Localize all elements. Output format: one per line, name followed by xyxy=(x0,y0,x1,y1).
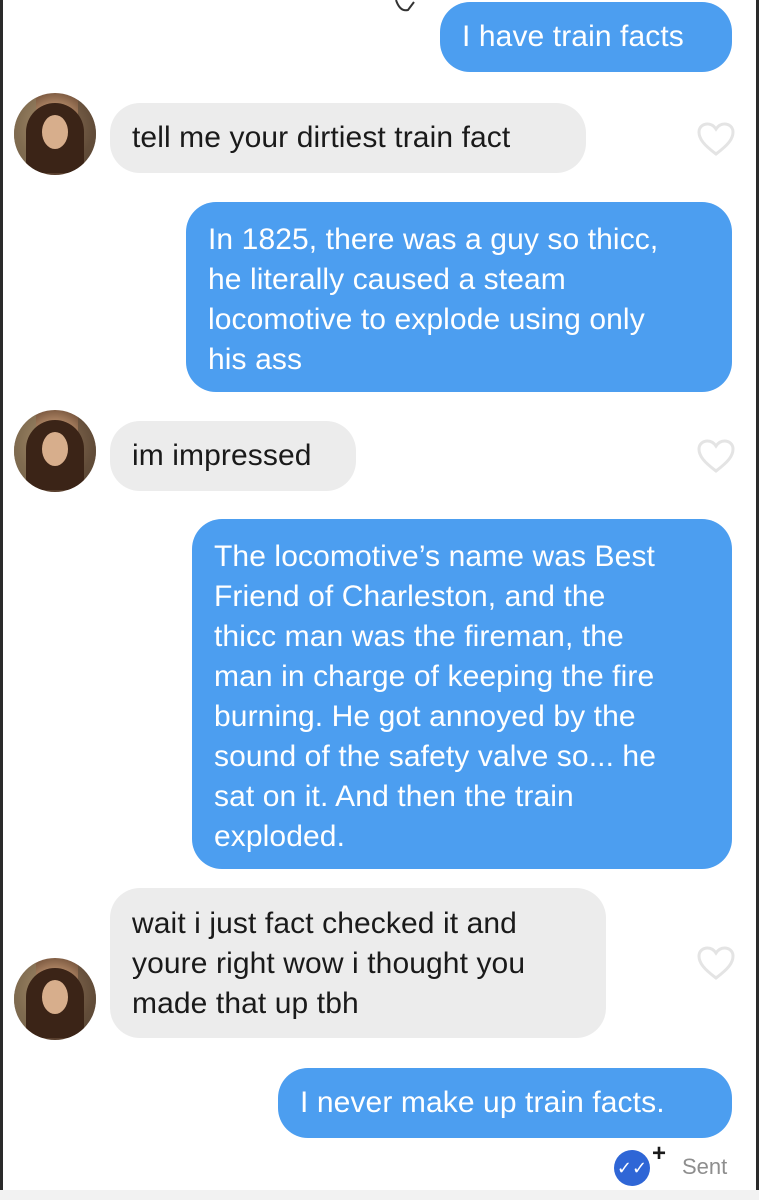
heart-outline-icon[interactable] xyxy=(696,121,736,157)
message-line: wait i just fact checked it and xyxy=(132,907,517,940)
message-line: he literally caused a steam xyxy=(208,263,566,296)
message-line: In 1825, there was a guy so thicc, xyxy=(208,223,659,256)
message-text: I never make up train facts. xyxy=(300,1086,665,1119)
message-line: The locomotive’s name was Best xyxy=(214,540,655,573)
sent-status-label: Sent xyxy=(682,1154,728,1179)
message-line: exploded. xyxy=(214,820,346,853)
message-bubble-sent[interactable]: I have train facts xyxy=(440,2,732,72)
avatar[interactable] xyxy=(14,410,96,492)
message-line: Friend of Charleston, and the xyxy=(214,580,606,613)
message-line: man in charge of keeping the fire xyxy=(214,660,655,693)
message-text: tell me your dirtiest train fact xyxy=(132,121,511,154)
read-receipt: ✓✓ + Sent xyxy=(614,1140,754,1188)
double-check-icon: ✓✓ xyxy=(614,1150,650,1186)
message-line: burning. He got annoyed by the xyxy=(214,700,636,733)
bubble-tail-fragment xyxy=(395,0,415,12)
avatar[interactable] xyxy=(14,958,96,1040)
heart-outline-icon[interactable] xyxy=(696,438,736,474)
message-bubble-sent[interactable]: The locomotive’s name was Best Friend of… xyxy=(192,519,732,869)
message-line: made that up tbh xyxy=(132,987,359,1020)
message-line: his ass xyxy=(208,343,303,376)
message-line: sound of the safety valve so... he xyxy=(214,740,657,773)
frame-edge xyxy=(0,0,3,1200)
plus-icon: + xyxy=(652,1140,667,1167)
message-line: youre right wow i thought you xyxy=(132,947,526,980)
heart-outline-icon[interactable] xyxy=(696,945,736,981)
message-text: im impressed xyxy=(132,439,312,472)
message-bubble-received[interactable]: im impressed xyxy=(110,421,356,491)
message-bubble-received[interactable]: tell me your dirtiest train fact xyxy=(110,103,586,173)
message-line: locomotive to explode using only xyxy=(208,303,645,336)
message-bubble-sent[interactable]: In 1825, there was a guy so thicc, he li… xyxy=(186,202,732,392)
message-line: thicc man was the fireman, the xyxy=(214,620,624,653)
message-line: sat on it. And then the train xyxy=(214,780,574,813)
message-text: I have train facts xyxy=(462,20,684,53)
message-bubble-sent[interactable]: I never make up train facts. xyxy=(278,1068,732,1138)
message-bubble-received[interactable]: wait i just fact checked it and youre ri… xyxy=(110,888,606,1038)
avatar[interactable] xyxy=(14,93,96,175)
bottom-edge xyxy=(0,1190,759,1200)
